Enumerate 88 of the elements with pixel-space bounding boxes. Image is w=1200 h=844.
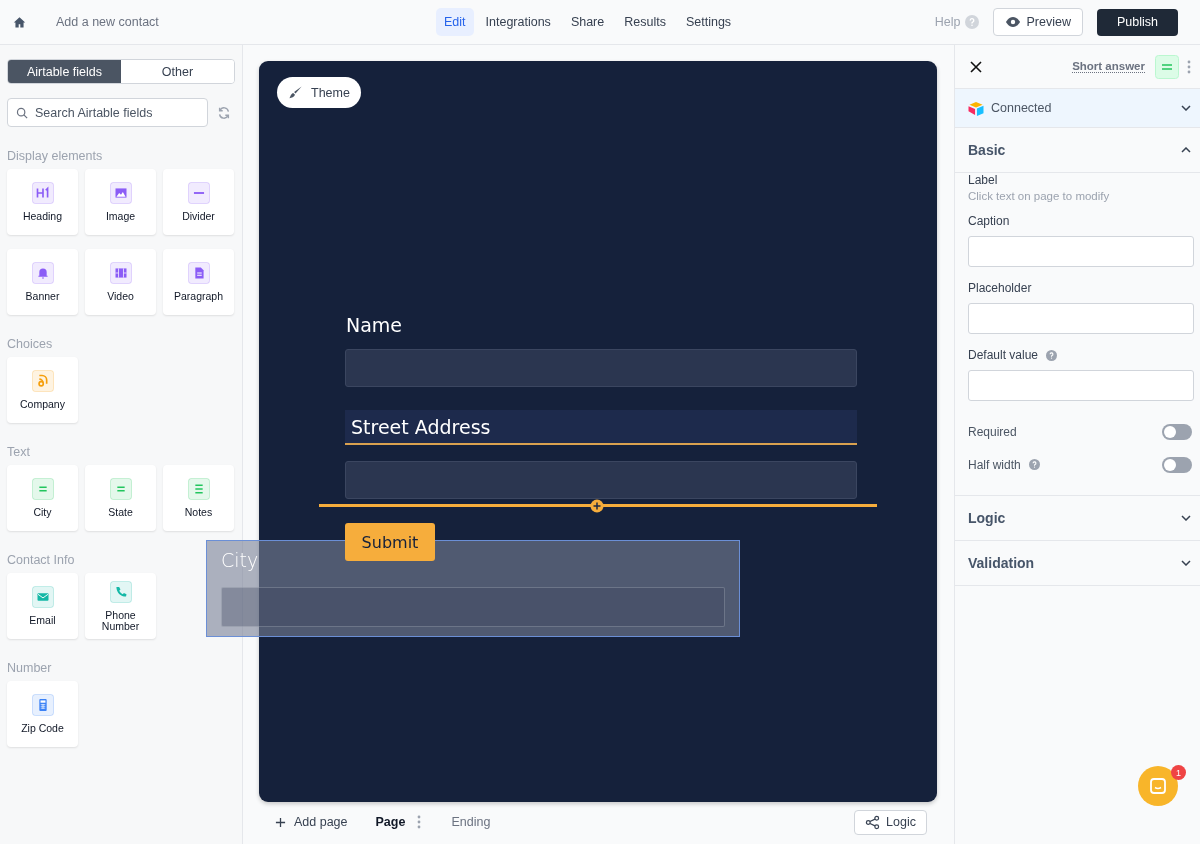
plus-icon	[590, 499, 604, 513]
short-field-icon	[109, 478, 132, 501]
close-icon[interactable]	[970, 60, 982, 73]
property-label: Default value	[968, 348, 1039, 362]
connection-status: Connected	[991, 101, 1052, 115]
toggle-label: Half width	[968, 457, 1021, 472]
field-tile[interactable]: Phone Number	[85, 573, 156, 639]
more-icon[interactable]	[417, 815, 422, 829]
property-label: Placeholder	[968, 281, 1032, 295]
property-input[interactable]	[968, 303, 1194, 334]
nav-tab[interactable]: Integrations	[477, 8, 559, 36]
field-tile[interactable]: Banner	[7, 249, 78, 315]
paragraph-field-icon	[187, 262, 210, 285]
section-header[interactable]: Logic	[955, 496, 1200, 541]
field-tile[interactable]: Company	[7, 357, 78, 423]
field-label[interactable]: Street Address	[345, 410, 857, 445]
source-tab[interactable]: Airtable fields	[8, 60, 121, 83]
nav-tab[interactable]: Edit	[436, 8, 474, 36]
submit-button[interactable]: Submit	[345, 523, 435, 561]
group-heading: Number	[7, 661, 53, 675]
theme-button[interactable]: Theme	[277, 77, 361, 108]
field-tile[interactable]: Email	[7, 573, 78, 639]
field-type-link[interactable]: Short answer	[1072, 60, 1145, 73]
form-input[interactable]	[345, 461, 857, 499]
field-label[interactable]: Name	[345, 307, 857, 342]
phone-field-icon	[109, 581, 132, 603]
field-tile[interactable]: Image	[85, 169, 156, 235]
toggle-label: Required	[968, 424, 1017, 439]
field-tile[interactable]: Notes	[163, 465, 234, 531]
help-icon[interactable]	[1046, 349, 1058, 361]
property-label: Label	[968, 173, 999, 187]
group-heading: Display elements	[7, 149, 104, 163]
search-icon	[16, 107, 28, 119]
property-label: Caption	[968, 214, 1010, 228]
nav-tab[interactable]: Share	[562, 8, 613, 36]
property-input[interactable]	[968, 236, 1194, 267]
section-header[interactable]: Basic	[955, 128, 1200, 173]
add-page-button[interactable]: Add page	[269, 814, 354, 830]
field-tile[interactable]: State	[85, 465, 156, 531]
short-field-icon	[31, 478, 54, 501]
toggle-switch[interactable]	[1162, 456, 1192, 473]
refresh-icon[interactable]	[217, 105, 231, 120]
section-header[interactable]: Validation	[955, 541, 1200, 586]
nav-tab[interactable]: Results	[616, 8, 674, 36]
help-icon[interactable]	[964, 15, 979, 29]
form-input[interactable]	[345, 349, 857, 387]
image-field-icon	[109, 182, 132, 205]
choice-field-icon	[31, 370, 54, 393]
field-tile[interactable]: Divider	[163, 169, 234, 235]
share-nodes-icon	[865, 814, 881, 830]
connection-logo-icon	[967, 100, 985, 116]
plus-icon	[275, 816, 286, 828]
publish-button[interactable]: Publish	[1097, 8, 1178, 36]
chevron-up-icon	[1181, 147, 1191, 153]
short-text-icon	[1155, 54, 1179, 79]
field-tile[interactable]: City	[7, 465, 78, 531]
field-tile[interactable]: Video	[85, 249, 156, 315]
video-field-icon	[109, 262, 132, 285]
banner-field-icon	[31, 262, 54, 285]
chat-icon	[1148, 776, 1168, 796]
page-tab[interactable]: Ending	[451, 815, 491, 829]
email-field-icon	[31, 586, 54, 609]
field-tile[interactable]: Zip Code	[7, 681, 78, 747]
preview-button[interactable]: Preview	[992, 8, 1083, 36]
eye-icon	[1004, 14, 1021, 30]
page-tab[interactable]: Page	[375, 815, 406, 829]
logic-button[interactable]: Logic	[854, 809, 927, 835]
chevron-down-icon[interactable]	[1181, 105, 1191, 111]
help-icon[interactable]	[1028, 459, 1040, 470]
group-heading: Choices	[7, 337, 54, 351]
chevron-down-icon	[1181, 515, 1191, 521]
more-icon[interactable]	[1187, 59, 1191, 74]
property-input[interactable]	[968, 370, 1194, 401]
heading-field-icon	[31, 182, 54, 205]
home-icon[interactable]	[13, 15, 26, 29]
nav-tab[interactable]: Settings	[677, 8, 740, 36]
property-hint: Click text on page to modify	[968, 190, 1111, 202]
number-field-icon	[31, 694, 54, 717]
toggle-switch[interactable]	[1162, 423, 1192, 440]
divider-field-icon	[187, 182, 210, 205]
brush-icon	[288, 85, 303, 100]
group-heading: Text	[7, 445, 31, 459]
field-tile[interactable]: Paragraph	[163, 249, 234, 315]
form-title: Add a new contact	[56, 15, 160, 29]
long-field-icon	[187, 478, 210, 501]
field-tile[interactable]: Heading	[7, 169, 78, 235]
chevron-down-icon	[1181, 560, 1191, 566]
search-field[interactable]: Search Airtable fields	[7, 98, 208, 127]
